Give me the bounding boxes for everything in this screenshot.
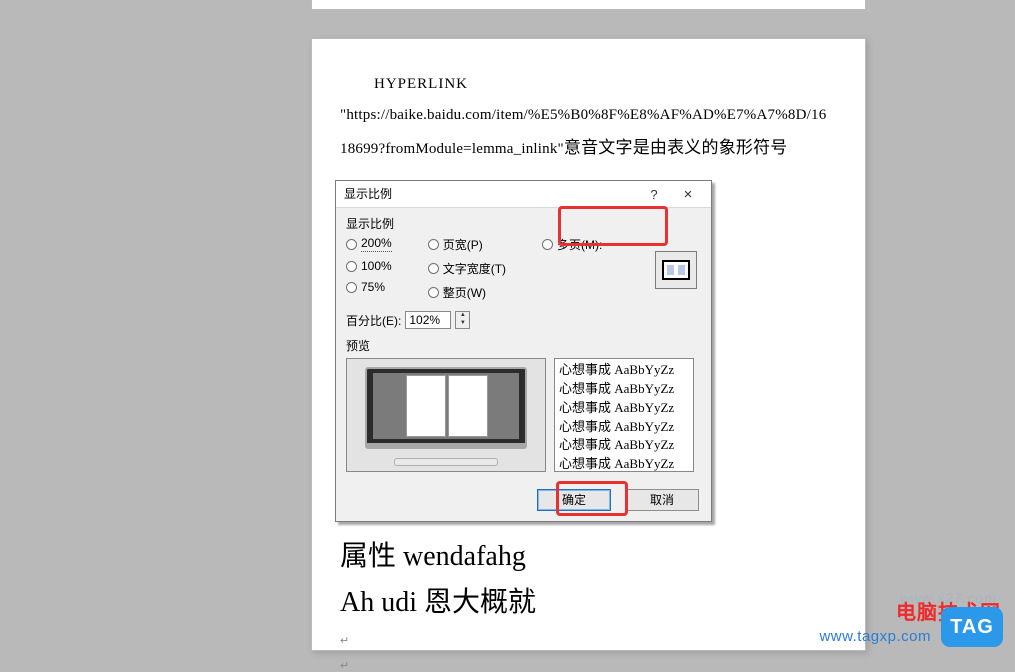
preview-page-icon xyxy=(406,375,446,437)
zoom-wholepage-label: 整页(W) xyxy=(443,284,486,301)
dialog-title-text: 显示比例 xyxy=(344,181,637,208)
zoom-textwidth-label: 文字宽度(T) xyxy=(443,260,506,277)
zoom-dialog: 显示比例 ? × 显示比例 200% 100% 75% 页宽(P) 文字宽度(T… xyxy=(335,180,712,522)
zoom-75-radio[interactable]: 75% xyxy=(346,280,392,294)
radio-icon xyxy=(346,239,357,250)
dialog-close-button[interactable]: × xyxy=(671,184,705,205)
zoom-200-radio[interactable]: 200% xyxy=(346,236,392,252)
paragraph-mark-icon: ↵ xyxy=(340,634,837,647)
cancel-button[interactable]: 取消 xyxy=(625,489,699,511)
radio-icon xyxy=(428,287,439,298)
dialog-help-button[interactable]: ? xyxy=(637,184,671,205)
radio-icon xyxy=(346,282,357,293)
preview-monitor xyxy=(346,358,546,472)
zoom-multipage-label: 多页(M): xyxy=(557,236,602,253)
zoom-group-label: 显示比例 xyxy=(346,215,701,232)
multipage-picker-button[interactable] xyxy=(655,251,697,289)
spin-up-icon[interactable]: ▲ xyxy=(456,312,469,320)
site-brand-url: www.tagxp.com xyxy=(819,628,931,645)
prev-page-edge xyxy=(311,0,866,10)
zoom-pagewidth-label: 页宽(P) xyxy=(443,236,483,253)
zoom-75-label: 75% xyxy=(361,280,385,294)
hyperlink-field-label: HYPERLINK xyxy=(340,69,468,100)
doc-body-text: 意音文字是由表义的象形符号 xyxy=(564,138,788,157)
zoom-textwidth-radio[interactable]: 文字宽度(T) xyxy=(428,260,506,277)
percent-spinner[interactable]: ▲▼ xyxy=(455,311,470,329)
dialog-titlebar[interactable]: 显示比例 ? × xyxy=(336,181,711,208)
spin-down-icon[interactable]: ▼ xyxy=(456,320,469,328)
percent-label: 百分比(E): xyxy=(346,312,401,329)
monitor-icon xyxy=(662,260,690,280)
preview-group-label: 预览 xyxy=(346,337,701,354)
doc-heading-line1: 属性 wendafahg xyxy=(340,538,837,576)
zoom-100-label: 100% xyxy=(361,259,392,273)
zoom-wholepage-radio[interactable]: 整页(W) xyxy=(428,284,506,301)
zoom-100-radio[interactable]: 100% xyxy=(346,259,392,273)
hyperlink-url-part2: 18699?fromModule=lemma_inlink" xyxy=(340,141,564,157)
ok-button[interactable]: 确定 xyxy=(537,489,611,511)
zoom-200-label: 200% xyxy=(361,236,392,252)
preview-sample-text: 心想事成 AaBbYyZz 心想事成 AaBbYyZz 心想事成 AaBbYyZ… xyxy=(554,358,694,472)
zoom-pagewidth-radio[interactable]: 页宽(P) xyxy=(428,236,506,253)
radio-icon xyxy=(428,239,439,250)
radio-icon xyxy=(428,263,439,274)
radio-icon xyxy=(542,239,553,250)
radio-icon xyxy=(346,261,357,272)
paragraph-mark-icon: ↵ xyxy=(340,659,837,672)
zoom-multipage-radio[interactable]: 多页(M): xyxy=(542,236,602,253)
preview-page-icon xyxy=(448,375,488,437)
percent-input[interactable] xyxy=(405,311,451,329)
doc-heading-line2: Ah udi 恩大概就 xyxy=(340,584,837,622)
tag-badge: TAG xyxy=(941,607,1003,647)
hyperlink-url-part1: "https://baike.baidu.com/item/%E5%B0%8F%… xyxy=(340,107,826,123)
